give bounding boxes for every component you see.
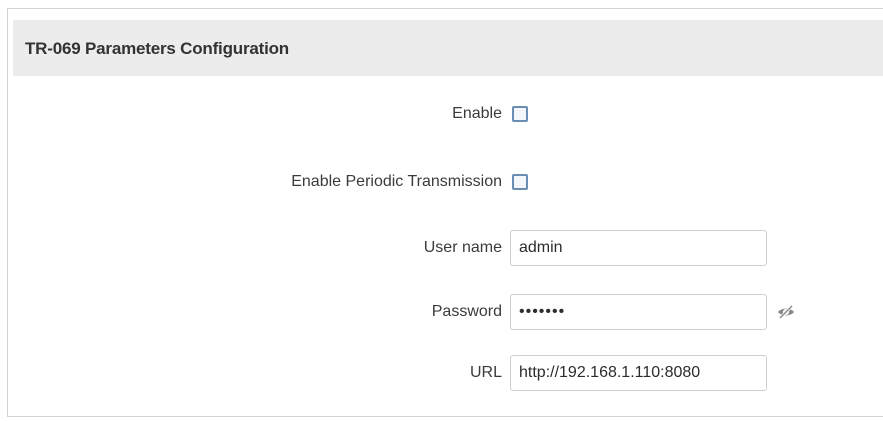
panel-title: TR-069 Parameters Configuration bbox=[25, 39, 289, 58]
enable-label: Enable bbox=[452, 105, 502, 122]
url-input[interactable] bbox=[510, 355, 767, 391]
password-row: Password bbox=[8, 294, 883, 330]
periodic-transmission-checkbox[interactable] bbox=[512, 174, 528, 190]
enable-checkbox[interactable] bbox=[512, 106, 528, 122]
password-label: Password bbox=[431, 303, 502, 320]
password-input[interactable] bbox=[510, 294, 767, 330]
periodic-transmission-row: Enable Periodic Transmission bbox=[8, 164, 883, 200]
tr069-config-panel: TR-069 Parameters Configuration Enable E… bbox=[7, 8, 883, 417]
url-row: URL bbox=[8, 355, 883, 391]
username-label: User name bbox=[423, 239, 502, 256]
username-row: User name bbox=[8, 230, 883, 266]
panel-header: TR-069 Parameters Configuration bbox=[13, 20, 883, 76]
periodic-transmission-label: Enable Periodic Transmission bbox=[291, 173, 502, 190]
username-input[interactable] bbox=[510, 230, 767, 266]
eye-slash-icon[interactable] bbox=[776, 304, 796, 320]
url-label: URL bbox=[469, 364, 502, 381]
enable-row: Enable bbox=[8, 96, 883, 132]
